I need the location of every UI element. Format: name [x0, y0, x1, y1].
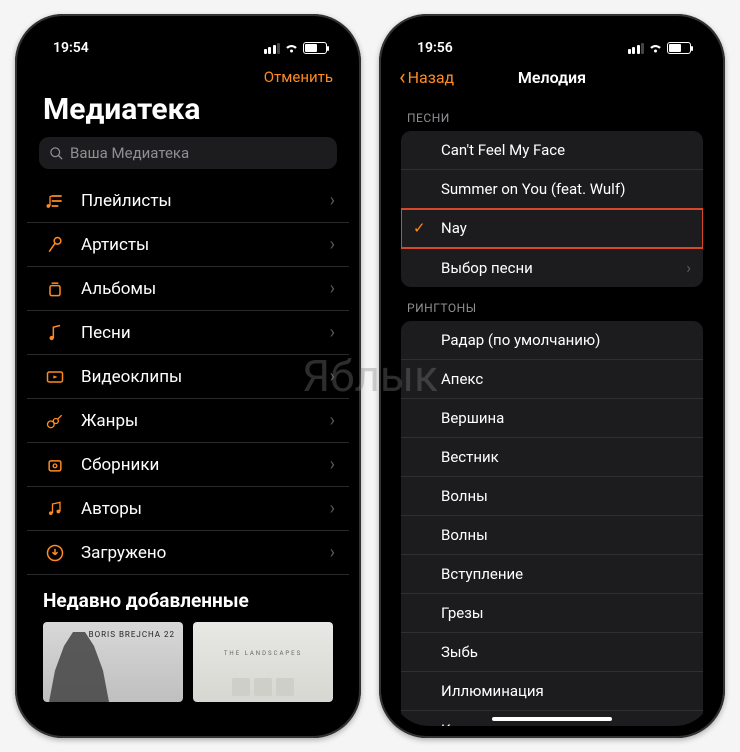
choose-song-row[interactable]: Выбор песни › — [401, 248, 703, 287]
ringtone-label: Радар (по умолчанию) — [441, 331, 600, 349]
row-compilations[interactable]: Сборники › — [27, 443, 349, 487]
song-row-selected[interactable]: ✓ Nay — [401, 209, 703, 248]
song-label: Can't Feel My Face — [441, 141, 565, 159]
ringtone-row[interactable]: Вестник — [401, 438, 703, 477]
chevron-right-icon: › — [330, 234, 335, 255]
recently-added-title: Недавно добавленные — [27, 575, 349, 622]
ringtone-label: Иллюминация — [441, 682, 544, 700]
cancel-button[interactable]: Отменить — [264, 68, 333, 86]
row-label: Плейлисты — [81, 191, 330, 211]
library-list: Плейлисты › Артисты › Альбомы › Песни › — [27, 179, 349, 575]
ringtone-label: Волны — [441, 487, 488, 505]
ringtone-row[interactable]: Вершина — [401, 399, 703, 438]
ringtones-header: РИНГТОНЫ — [391, 287, 713, 321]
song-row[interactable]: Can't Feel My Face — [401, 131, 703, 170]
songs-header: ПЕСНИ — [391, 97, 713, 131]
note-icon — [43, 323, 67, 343]
phone-right: 19:56 ‹ Назад Мелодия ПЕСНИ Can't Feel M… — [379, 14, 725, 738]
checkmark-icon: ✓ — [413, 219, 426, 237]
row-playlists[interactable]: Плейлисты › — [27, 179, 349, 223]
chevron-right-icon: › — [330, 498, 335, 519]
ringtone-row[interactable]: Волны — [401, 477, 703, 516]
ringtone-label: Вступление — [441, 565, 523, 583]
chevron-right-icon: › — [330, 454, 335, 475]
wifi-icon — [284, 42, 299, 54]
row-label: Песни — [81, 323, 330, 343]
row-label: Сборники — [81, 455, 330, 475]
album-2-text: THE LANDSCAPES — [193, 650, 333, 657]
battery-icon — [667, 42, 691, 54]
row-genres[interactable]: Жанры › — [27, 399, 349, 443]
ringtones-table: Радар (по умолчанию) Апекс Вершина Вестн… — [401, 321, 703, 726]
ringtone-label: Вершина — [441, 409, 504, 427]
chevron-right-icon: › — [330, 278, 335, 299]
row-label: Альбомы — [81, 279, 330, 299]
ringtone-row[interactable]: Радар (по умолчанию) — [401, 321, 703, 360]
song-row[interactable]: Summer on You (feat. Wulf) — [401, 170, 703, 209]
playlists-icon — [43, 191, 67, 211]
video-icon — [43, 367, 67, 387]
row-songs[interactable]: Песни › — [27, 311, 349, 355]
search-input[interactable]: Ваша Медиатека — [39, 137, 337, 169]
ringtone-label: Космос — [441, 721, 494, 726]
search-icon — [49, 146, 64, 161]
songs-table: Can't Feel My Face Summer on You (feat. … — [401, 131, 703, 287]
chevron-right-icon: › — [330, 190, 335, 211]
status-time: 19:54 — [53, 40, 89, 56]
download-icon — [43, 543, 67, 563]
album-cover-1[interactable]: BORIS BREJCHA 22 — [43, 622, 183, 702]
ringtone-row[interactable]: Волны — [401, 516, 703, 555]
home-indicator[interactable] — [492, 717, 612, 721]
chevron-left-icon: ‹ — [399, 71, 406, 85]
row-label: Авторы — [81, 499, 330, 519]
compilation-icon — [43, 455, 67, 475]
search-placeholder: Ваша Медиатека — [70, 144, 189, 162]
ringtone-row[interactable]: Вступление — [401, 555, 703, 594]
row-label: Жанры — [81, 411, 330, 431]
status-time: 19:56 — [417, 40, 453, 56]
ringtone-row[interactable]: Грезы — [401, 594, 703, 633]
ringtone-row[interactable]: Зыбь — [401, 633, 703, 672]
row-artists[interactable]: Артисты › — [27, 223, 349, 267]
back-button[interactable]: ‹ Назад — [399, 68, 454, 87]
chevron-right-icon: › — [330, 542, 335, 563]
row-albums[interactable]: Альбомы › — [27, 267, 349, 311]
row-label: Артисты — [81, 235, 330, 255]
song-label: Summer on You (feat. Wulf) — [441, 180, 625, 198]
ringtone-label: Грезы — [441, 604, 483, 622]
song-label: Nay — [441, 219, 467, 237]
notch — [113, 26, 263, 50]
chevron-right-icon: › — [330, 322, 335, 343]
ringtone-row[interactable]: Иллюминация — [401, 672, 703, 711]
row-videos[interactable]: Видеоклипы › — [27, 355, 349, 399]
row-composers[interactable]: Авторы › — [27, 487, 349, 531]
album-cover-2[interactable]: THE LANDSCAPES — [193, 622, 333, 702]
albums-icon — [43, 279, 67, 299]
page-title: Медиатека — [27, 86, 349, 137]
album-1-text: BORIS BREJCHA 22 — [89, 630, 175, 639]
chevron-right-icon: › — [330, 366, 335, 387]
signal-icon — [628, 43, 645, 54]
chevron-right-icon: › — [330, 410, 335, 431]
choose-song-label: Выбор песни — [441, 259, 533, 277]
microphone-icon — [43, 235, 67, 255]
row-label: Видеоклипы — [81, 367, 330, 387]
signal-icon — [264, 43, 281, 54]
ringtone-label: Вестник — [441, 448, 499, 466]
double-note-icon — [43, 499, 67, 519]
ringtone-label: Волны — [441, 526, 488, 544]
ringtone-row[interactable]: Апекс — [401, 360, 703, 399]
row-label: Загружено — [81, 543, 330, 563]
phone-left: 19:54 Отменить Медиатека Ваша Медиатека … — [15, 14, 361, 738]
battery-icon — [303, 42, 327, 54]
row-downloaded[interactable]: Загружено › — [27, 531, 349, 575]
ringtone-label: Апекс — [441, 370, 483, 388]
back-label: Назад — [408, 68, 455, 87]
notch — [477, 26, 627, 50]
wifi-icon — [648, 42, 663, 54]
chevron-right-icon: › — [686, 258, 691, 277]
guitar-icon — [43, 411, 67, 431]
ringtone-label: Зыбь — [441, 643, 478, 661]
